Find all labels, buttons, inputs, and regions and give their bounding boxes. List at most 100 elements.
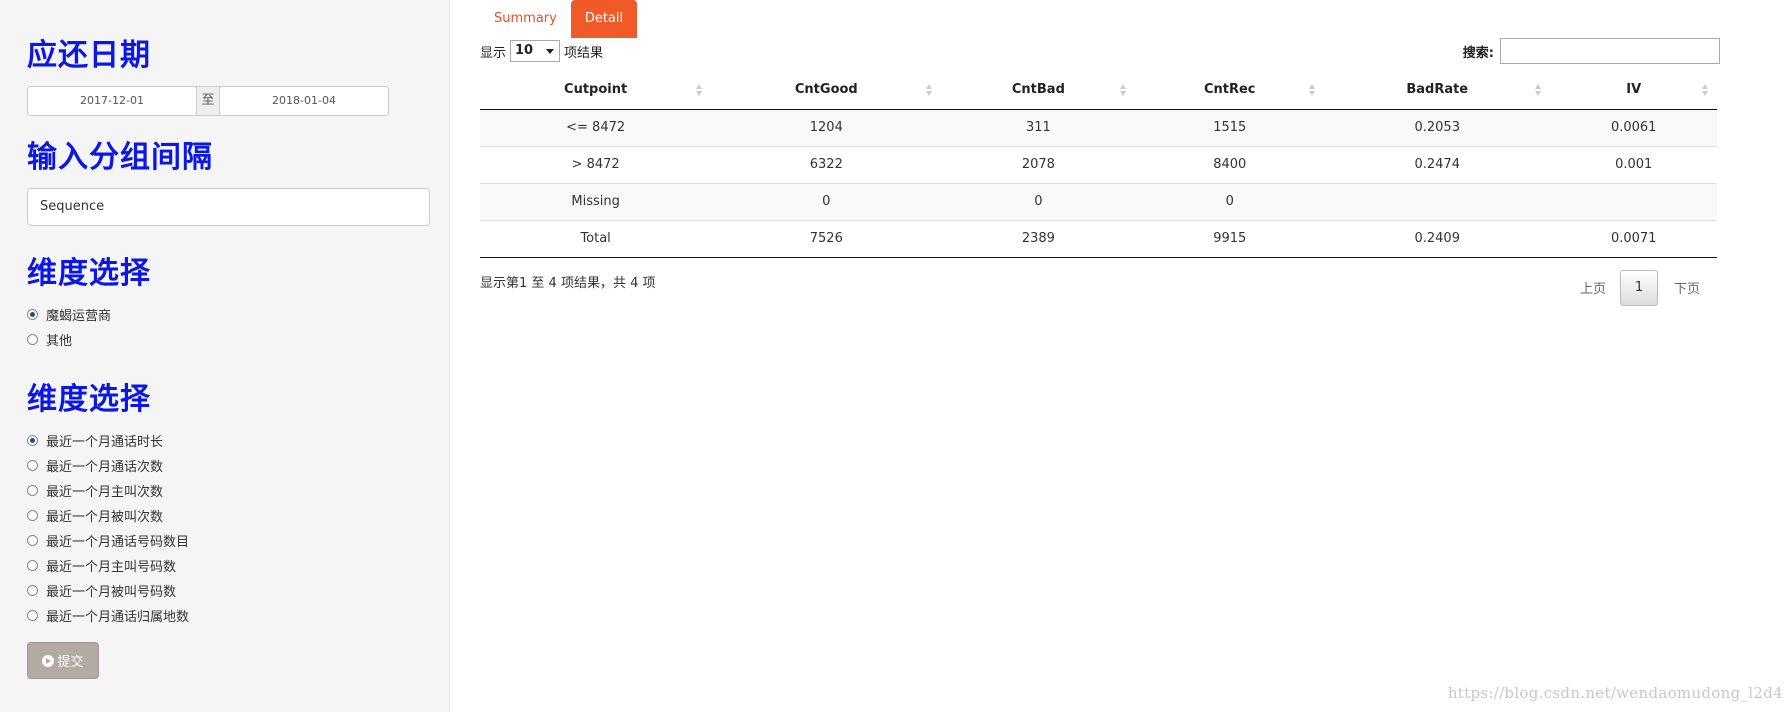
radio-option[interactable]: 最近一个月被叫号码数 (27, 578, 429, 603)
table-cell: 0 (941, 182, 1136, 220)
tab-bar: Summary Detail (480, 0, 1720, 38)
length-suffix: 项结果 (564, 45, 604, 61)
radio-button[interactable] (27, 460, 38, 471)
radio-option[interactable]: 最近一个月主叫号码数 (27, 553, 429, 578)
table-cell: 7526 (711, 219, 942, 258)
table-cell: 1515 (1135, 109, 1325, 146)
radio-button[interactable] (27, 435, 38, 446)
radio-button[interactable] (27, 510, 38, 521)
page-button-current[interactable]: 1 (1619, 269, 1658, 306)
search-input[interactable] (1500, 38, 1720, 64)
column-header-iv[interactable]: IV (1550, 71, 1717, 110)
radio-label: 最近一个月被叫次数 (46, 510, 164, 525)
radio-button[interactable] (27, 334, 38, 345)
interval-input[interactable]: Sequence (27, 188, 430, 226)
radio-label: 最近一个月通话号码数目 (46, 535, 190, 550)
tab-summary[interactable]: Summary (480, 0, 571, 38)
column-header-cutpoint[interactable]: Cutpoint (480, 71, 712, 110)
dimension-radio-group-2: 最近一个月通话时长 最近一个月通话次数 最近一个月主叫次数 最近一个月被叫次数 … (27, 428, 429, 628)
table-cell (1324, 182, 1551, 220)
column-header-badrate[interactable]: BadRate (1324, 71, 1551, 110)
table-cell: 0 (711, 182, 942, 220)
table-cell: 0.001 (1550, 145, 1717, 183)
search-control: 搜索: (1463, 38, 1720, 64)
submit-button[interactable]: 提交 (27, 642, 99, 679)
radio-option[interactable]: 最近一个月主叫次数 (27, 478, 429, 503)
main-panel: Summary Detail 显示 10 项结果 搜索: Cutpoint Cn… (480, 0, 1720, 306)
radio-button[interactable] (27, 309, 38, 320)
radio-option[interactable]: 最近一个月通话次数 (27, 453, 429, 478)
table-cell: 0.0061 (1550, 109, 1717, 146)
length-prefix: 显示 (480, 45, 507, 61)
radio-label: 其他 (46, 334, 73, 349)
watermark: https://blog.csdn.net/wendaomudong_l2d4 (1447, 684, 1783, 702)
radio-option[interactable]: 最近一个月通话号码数目 (27, 528, 429, 553)
radio-label: 最近一个月主叫号码数 (46, 560, 177, 575)
pagination: 上页 1 下页 (1580, 269, 1700, 306)
tab-detail[interactable]: Detail (570, 0, 638, 38)
dimension-radio-group-1: 魔蝎运营商 其他 (27, 302, 429, 352)
sort-icon (1309, 84, 1316, 96)
table-cell: > 8472 (480, 145, 712, 183)
table-row: <= 8472 1204 311 1515 0.2053 0.0061 (480, 109, 1717, 146)
table-footer: 显示第1 至 4 项结果，共 4 项 上页 1 下页 (480, 266, 1720, 306)
detail-table: Cutpoint CntGood CntBad CntRec BadRate I… (480, 71, 1717, 258)
column-header-cntgood[interactable]: CntGood (711, 71, 942, 110)
dimension-select-title-1: 维度选择 (27, 256, 151, 291)
radio-option[interactable]: 魔蝎运营商 (27, 302, 429, 327)
table-header-row: Cutpoint CntGood CntBad CntRec BadRate I… (480, 71, 1717, 110)
play-circle-icon (42, 654, 55, 667)
table-cell: 6322 (711, 145, 942, 183)
sidebar: 应还日期 2017-12-01 至 2018-01-04 输入分组间隔 Sequ… (0, 0, 450, 712)
table-cell: 1204 (711, 109, 942, 146)
table-cell: 0.2053 (1324, 109, 1551, 146)
column-header-cntrec[interactable]: CntRec (1135, 71, 1325, 110)
date-range-separator: 至 (196, 87, 220, 115)
search-label: 搜索: (1462, 45, 1494, 61)
prev-page-button[interactable]: 上页 (1580, 278, 1606, 297)
radio-button[interactable] (27, 585, 38, 596)
radio-button[interactable] (27, 560, 38, 571)
date-section-title: 应还日期 (27, 38, 151, 73)
radio-label: 最近一个月通话时长 (46, 435, 164, 450)
radio-button[interactable] (27, 610, 38, 621)
table-row: Missing 0 0 0 (480, 182, 1717, 220)
interval-section-title: 输入分组间隔 (27, 140, 213, 175)
date-start-input[interactable]: 2017-12-01 (28, 87, 196, 115)
table-cell: 0 (1135, 182, 1325, 220)
radio-option[interactable]: 最近一个月通话归属地数 (27, 603, 429, 628)
table-cell: 0.2409 (1324, 219, 1551, 258)
table-cell: Total (480, 219, 712, 258)
page-length-control: 显示 10 项结果 (480, 40, 603, 62)
sort-icon (1702, 84, 1709, 96)
column-header-cntbad[interactable]: CntBad (941, 71, 1136, 110)
table-cell: 8400 (1135, 145, 1325, 183)
table-cell: 311 (941, 109, 1136, 146)
table-row: Total 7526 2389 9915 0.2409 0.0071 (480, 219, 1717, 258)
date-end-input[interactable]: 2018-01-04 (220, 87, 388, 115)
table-controls: 显示 10 项结果 搜索: (480, 38, 1720, 68)
table-cell: 0.0071 (1550, 219, 1717, 258)
radio-option[interactable]: 最近一个月通话时长 (27, 428, 429, 453)
radio-button[interactable] (27, 485, 38, 496)
table-cell: <= 8472 (480, 109, 712, 146)
table-info: 显示第1 至 4 项结果，共 4 项 (480, 275, 656, 291)
sort-icon (1120, 84, 1127, 96)
submit-label: 提交 (57, 655, 84, 670)
dimension-select-title-2: 维度选择 (27, 382, 151, 417)
next-page-button[interactable]: 下页 (1674, 278, 1700, 297)
radio-button[interactable] (27, 535, 38, 546)
radio-label: 最近一个月通话次数 (46, 460, 164, 475)
radio-option[interactable]: 其他 (27, 327, 429, 352)
date-range-input: 2017-12-01 至 2018-01-04 (27, 86, 389, 116)
table-row: > 8472 6322 2078 8400 0.2474 0.001 (480, 145, 1717, 183)
radio-option[interactable]: 最近一个月被叫次数 (27, 503, 429, 528)
radio-label: 最近一个月通话归属地数 (46, 610, 190, 625)
sort-icon (1535, 84, 1542, 96)
radio-label: 最近一个月主叫次数 (46, 485, 164, 500)
page-length-select[interactable]: 10 (510, 40, 561, 62)
radio-label: 魔蝎运营商 (46, 309, 112, 324)
radio-label: 最近一个月被叫号码数 (46, 585, 177, 600)
table-cell: 2389 (941, 219, 1136, 258)
table-cell: Missing (480, 182, 712, 220)
